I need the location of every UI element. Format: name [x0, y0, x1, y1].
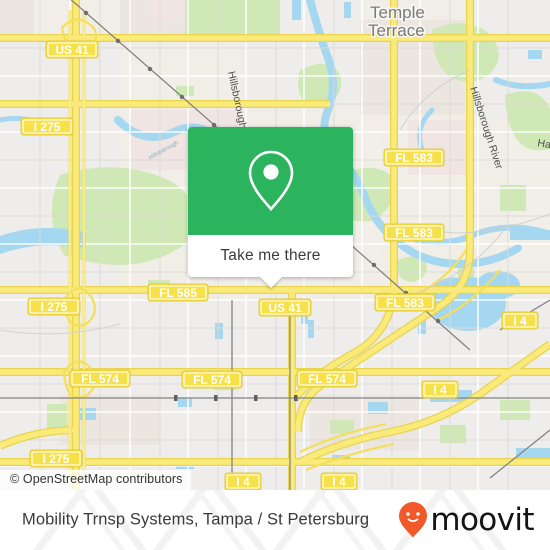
road-shield: I 4 [224, 472, 262, 490]
road-shield: FL 574 [69, 369, 131, 388]
road-shield-label: I 4 [513, 314, 527, 328]
road-shield: US 41 [258, 298, 312, 317]
road-shield-label: I 4 [236, 475, 250, 489]
road-shield: FL 585 [147, 283, 209, 302]
road-shield: I 4 [501, 311, 539, 330]
road-shield: I 275 [29, 449, 83, 468]
popup-action-area[interactable]: Take me there [188, 235, 353, 288]
road-shield: FL 574 [296, 369, 358, 388]
road-shield: FL 583 [383, 148, 445, 167]
osm-attribution[interactable]: © OpenStreetMap contributors [0, 470, 191, 490]
footer-bar: Mobility Trnsp Systems, Tampa / St Peter… [0, 490, 550, 550]
map-place-labels: Temple Terrace [367, 2, 427, 42]
road-shield-label: FL 585 [159, 286, 197, 300]
station-popup-card[interactable]: Take me there [188, 127, 353, 288]
place-label: Temple [370, 3, 425, 22]
road-shield-label: I 275 [34, 120, 61, 134]
road-shield-label: FL 574 [193, 373, 231, 387]
road-shield-label: FL 574 [308, 372, 346, 386]
road-shield-label: US 41 [55, 43, 89, 57]
road-shield-label: FL 574 [81, 372, 119, 386]
map-pin-icon [248, 150, 293, 211]
road-shield-label: FL 583 [395, 151, 433, 165]
popup-icon-area [188, 127, 353, 235]
road-shield: I 4 [421, 380, 459, 399]
moovit-pin-smile-icon [399, 502, 428, 538]
road-shield-label: FL 583 [386, 296, 424, 310]
road-shield-label: US 41 [268, 301, 302, 315]
popup-tail [259, 277, 282, 288]
road-shield-label: I 4 [433, 383, 447, 397]
road-shield: FL 574 [181, 370, 243, 389]
moovit-logo[interactable]: moovit [398, 501, 535, 539]
road-shield: FL 583 [383, 223, 445, 242]
road-shield: I 275 [27, 297, 81, 316]
place-label: Terrace [368, 21, 425, 40]
road-shield-label: I 4 [332, 475, 346, 489]
water-label: Ha [536, 137, 550, 151]
moovit-wordmark: moovit [430, 501, 534, 538]
moovit-station-map-card: .rd { stroke:#fbf2a8; fill:none; } .rdm … [0, 0, 550, 550]
road-shield-label: FL 583 [395, 226, 433, 240]
road-shield-label: I 275 [43, 452, 70, 466]
road-shield: US 41 [45, 40, 99, 59]
station-title: Mobility Trnsp Systems, Tampa / St Peter… [22, 510, 370, 529]
road-shield: I 4 [320, 472, 358, 490]
road-shield-label: I 275 [41, 300, 68, 314]
take-me-there-label: Take me there [220, 247, 321, 264]
road-shield: FL 583 [374, 293, 436, 312]
road-shield: I 275 [20, 117, 74, 136]
